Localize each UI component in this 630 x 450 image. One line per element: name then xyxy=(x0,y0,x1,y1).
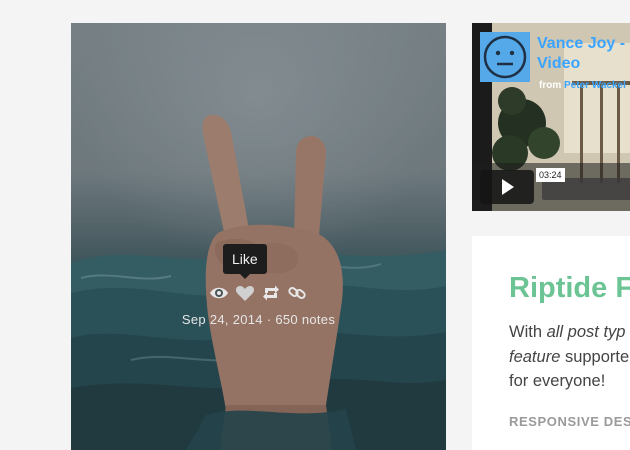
video-byline: from Peter Wackel xyxy=(539,80,630,91)
video-post[interactable]: Vance Joy - Video from Peter Wackel 03:2… xyxy=(472,23,630,211)
body-line-2-text: supporte xyxy=(560,347,630,366)
text-post-body: With all post typ feature supporte for e… xyxy=(509,320,629,394)
meta-separator: · xyxy=(266,312,272,327)
smiley-icon xyxy=(483,35,527,79)
reblog-icon[interactable] xyxy=(261,283,281,303)
video-title-line-2[interactable]: Video xyxy=(537,54,630,74)
post-tag[interactable]: RESPONSIVE DES xyxy=(509,414,630,429)
like-tooltip: Like xyxy=(223,244,267,279)
text-post-title[interactable]: Riptide F xyxy=(509,272,630,305)
video-timecode: 03:24 xyxy=(536,168,565,182)
post-meta: Sep 24, 2014 · 650 notes xyxy=(71,312,446,327)
video-title-line-1[interactable]: Vance Joy - xyxy=(537,34,630,54)
post-notes[interactable]: 650 notes xyxy=(275,312,335,327)
body-line-3: for everyone! xyxy=(509,372,606,390)
body-line-1-text: With xyxy=(509,323,547,341)
link-icon[interactable] xyxy=(287,283,307,303)
text-post: Riptide F With all post typ feature supp… xyxy=(472,236,630,450)
vimeo-avatar[interactable] xyxy=(480,32,530,82)
video-title[interactable]: Vance Joy - Video xyxy=(537,34,630,74)
byline-from: from xyxy=(539,80,562,91)
body-line-2: feature supporte xyxy=(509,345,629,370)
post-date[interactable]: Sep 24, 2014 xyxy=(182,312,263,327)
body-line-1-emphasis: all post typ xyxy=(546,323,626,341)
photo-post[interactable]: Like Sep 24, 2014 · 650 notes xyxy=(71,23,446,450)
body-line-1: With all post typ xyxy=(509,320,629,345)
heart-icon[interactable] xyxy=(235,283,255,303)
photo-hover-overlay xyxy=(71,23,446,450)
video-author-link[interactable]: Peter Wackel xyxy=(564,80,626,91)
body-line-2-emphasis: feature xyxy=(509,347,561,366)
play-button[interactable] xyxy=(480,170,534,204)
eye-icon[interactable] xyxy=(209,283,229,303)
play-icon xyxy=(502,179,514,195)
